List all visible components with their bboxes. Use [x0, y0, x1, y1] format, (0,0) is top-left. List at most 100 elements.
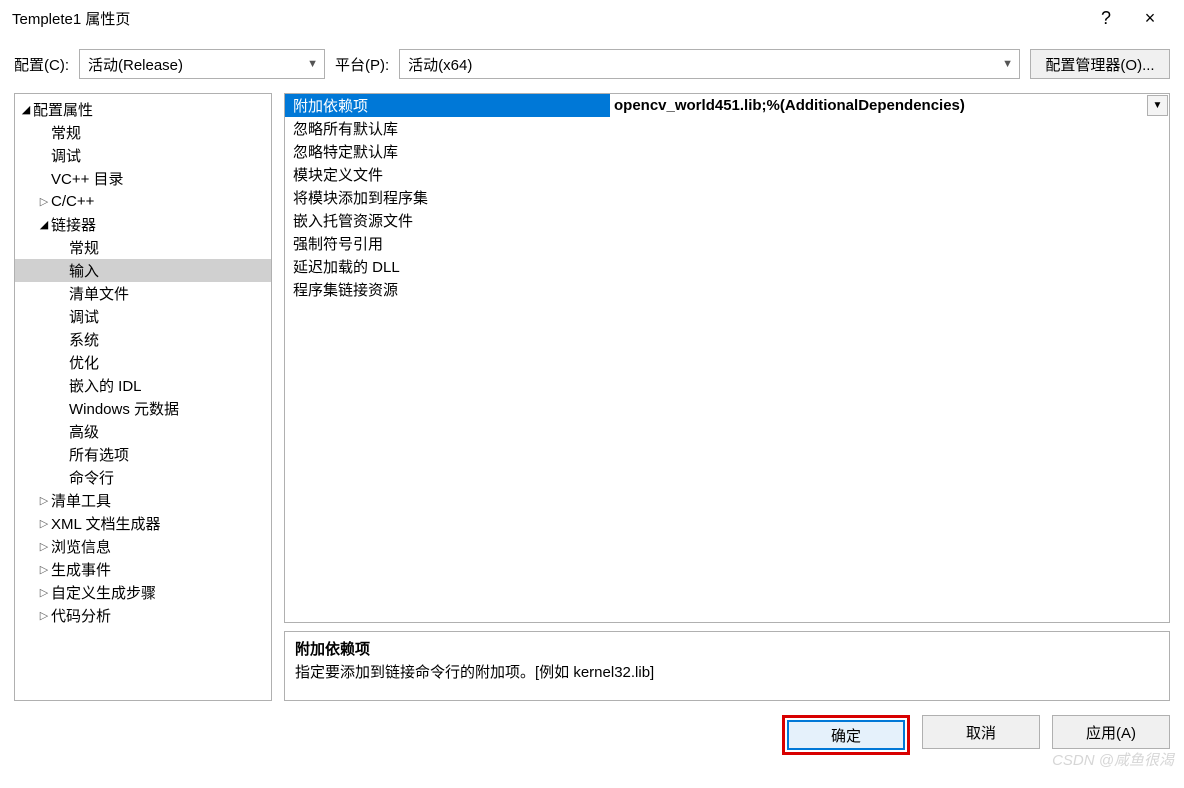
tree-item[interactable]: 嵌入的 IDL — [15, 374, 271, 397]
config-combo[interactable]: 活动(Release) ▼ — [79, 49, 325, 79]
tree-item-label: 浏览信息 — [51, 536, 111, 557]
tree-item-label: 命令行 — [69, 467, 114, 488]
tree-item[interactable]: ◢配置属性 — [15, 98, 271, 121]
tree-item[interactable]: 输入 — [15, 259, 271, 282]
tree-item[interactable]: 系统 — [15, 328, 271, 351]
tree-arrow-closed-icon: ▷ — [37, 563, 51, 576]
tree-item[interactable]: ◢链接器 — [15, 213, 271, 236]
grid-key: 忽略特定默认库 — [285, 141, 610, 162]
cancel-button[interactable]: 取消 — [922, 715, 1040, 749]
tree-item[interactable]: 优化 — [15, 351, 271, 374]
tree-item[interactable]: ▷XML 文档生成器 — [15, 512, 271, 535]
config-manager-button[interactable]: 配置管理器(O)... — [1030, 49, 1170, 79]
tree-arrow-closed-icon: ▷ — [37, 517, 51, 530]
tree-item[interactable]: 常规 — [15, 236, 271, 259]
grid-row[interactable]: 忽略所有默认库 — [285, 117, 1169, 140]
grid-row[interactable]: 模块定义文件 — [285, 163, 1169, 186]
tree-item-label: Windows 元数据 — [69, 398, 179, 419]
tree-item-label: 自定义生成步骤 — [51, 582, 156, 603]
tree-item-label: 系统 — [69, 329, 99, 350]
tree-item-label: 嵌入的 IDL — [69, 375, 142, 396]
platform-label: 平台(P): — [335, 54, 389, 75]
tree-item-label: 高级 — [69, 421, 99, 442]
tree-item-label: C/C++ — [51, 193, 94, 210]
description-panel: 附加依赖项 指定要添加到链接命令行的附加项。[例如 kernel32.lib] — [284, 631, 1170, 701]
tree-item-label: 输入 — [69, 260, 99, 281]
grid-row[interactable]: 延迟加载的 DLL — [285, 255, 1169, 278]
tree-item-label: 链接器 — [51, 214, 96, 235]
grid-row[interactable]: 嵌入托管资源文件 — [285, 209, 1169, 232]
grid-key: 附加依赖项 — [285, 95, 610, 116]
help-button[interactable]: ? — [1084, 8, 1128, 29]
tree-pane[interactable]: ◢配置属性常规调试VC++ 目录▷C/C++◢链接器常规输入清单文件调试系统优化… — [14, 93, 272, 701]
dropdown-button[interactable]: ▼ — [1147, 95, 1168, 116]
tree-arrow-closed-icon: ▷ — [37, 586, 51, 599]
tree-arrow-open-icon: ◢ — [19, 103, 33, 116]
close-button[interactable]: × — [1128, 8, 1172, 29]
ok-button[interactable]: 确定 — [787, 720, 905, 750]
config-value: 活动(Release) — [88, 54, 183, 75]
tree-item-label: 常规 — [51, 122, 81, 143]
property-grid[interactable]: ▼ 附加依赖项opencv_world451.lib;%(AdditionalD… — [284, 93, 1170, 623]
tree-arrow-open-icon: ◢ — [37, 218, 51, 231]
grid-key: 延迟加载的 DLL — [285, 256, 610, 277]
tree-item-label: VC++ 目录 — [51, 168, 124, 189]
tree-item-label: 调试 — [51, 145, 81, 166]
grid-key: 嵌入托管资源文件 — [285, 210, 610, 231]
grid-key: 强制符号引用 — [285, 233, 610, 254]
tree-item-label: 所有选项 — [69, 444, 129, 465]
chevron-down-icon: ▼ — [1153, 100, 1163, 111]
toolbar: 配置(C): 活动(Release) ▼ 平台(P): 活动(x64) ▼ 配置… — [0, 37, 1184, 93]
tree-arrow-closed-icon: ▷ — [37, 195, 51, 208]
ok-highlight: 确定 — [782, 715, 910, 755]
tree-item[interactable]: ▷C/C++ — [15, 190, 271, 213]
window-title: Templete1 属性页 — [12, 8, 130, 29]
grid-key: 将模块添加到程序集 — [285, 187, 610, 208]
description-text: 指定要添加到链接命令行的附加项。[例如 kernel32.lib] — [295, 661, 1159, 682]
tree-item[interactable]: 高级 — [15, 420, 271, 443]
tree-item[interactable]: ▷自定义生成步骤 — [15, 581, 271, 604]
grid-row[interactable]: 附加依赖项opencv_world451.lib;%(AdditionalDep… — [285, 94, 1169, 117]
tree-item[interactable]: ▷代码分析 — [15, 604, 271, 627]
tree-item[interactable]: ▷生成事件 — [15, 558, 271, 581]
tree-item-label: 优化 — [69, 352, 99, 373]
platform-combo[interactable]: 活动(x64) ▼ — [399, 49, 1020, 79]
apply-button[interactable]: 应用(A) — [1052, 715, 1170, 749]
tree-item-label: 清单文件 — [69, 283, 129, 304]
tree-item-label: 代码分析 — [51, 605, 111, 626]
grid-row[interactable]: 忽略特定默认库 — [285, 140, 1169, 163]
footer: 确定 取消 应用(A) — [0, 715, 1184, 769]
tree-item[interactable]: 清单文件 — [15, 282, 271, 305]
titlebar: Templete1 属性页 ? × — [0, 0, 1184, 37]
tree-arrow-closed-icon: ▷ — [37, 494, 51, 507]
tree-item-label: 生成事件 — [51, 559, 111, 580]
tree-item[interactable]: 命令行 — [15, 466, 271, 489]
description-title: 附加依赖项 — [295, 638, 1159, 659]
tree-item[interactable]: ▷清单工具 — [15, 489, 271, 512]
tree-item[interactable]: 调试 — [15, 144, 271, 167]
grid-value[interactable]: opencv_world451.lib;%(AdditionalDependen… — [610, 94, 1169, 117]
tree-item[interactable]: ▷浏览信息 — [15, 535, 271, 558]
grid-row[interactable]: 强制符号引用 — [285, 232, 1169, 255]
chevron-down-icon: ▼ — [307, 58, 318, 70]
platform-value: 活动(x64) — [408, 54, 472, 75]
tree-item-label: XML 文档生成器 — [51, 513, 160, 534]
tree-item[interactable]: Windows 元数据 — [15, 397, 271, 420]
grid-key: 程序集链接资源 — [285, 279, 610, 300]
tree-item[interactable]: 所有选项 — [15, 443, 271, 466]
tree-item[interactable]: 调试 — [15, 305, 271, 328]
grid-key: 忽略所有默认库 — [285, 118, 610, 139]
tree-item-label: 配置属性 — [33, 99, 93, 120]
tree-arrow-closed-icon: ▷ — [37, 609, 51, 622]
tree-item-label: 清单工具 — [51, 490, 111, 511]
tree-item-label: 调试 — [69, 306, 99, 327]
tree-arrow-closed-icon: ▷ — [37, 540, 51, 553]
grid-row[interactable]: 程序集链接资源 — [285, 278, 1169, 301]
tree-item[interactable]: 常规 — [15, 121, 271, 144]
grid-row[interactable]: 将模块添加到程序集 — [285, 186, 1169, 209]
chevron-down-icon: ▼ — [1002, 58, 1013, 70]
tree-item[interactable]: VC++ 目录 — [15, 167, 271, 190]
grid-key: 模块定义文件 — [285, 164, 610, 185]
tree-item-label: 常规 — [69, 237, 99, 258]
config-label: 配置(C): — [14, 54, 69, 75]
